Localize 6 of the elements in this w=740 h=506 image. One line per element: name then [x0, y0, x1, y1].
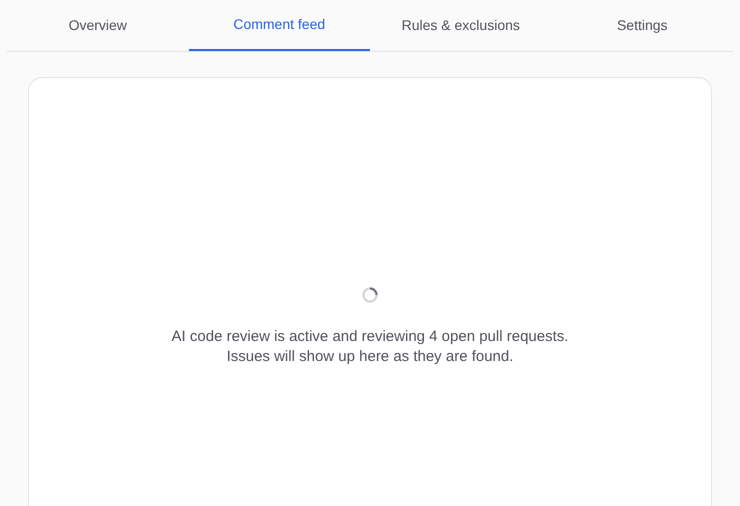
status-message: AI code review is active and reviewing 4 open pull requests. Issues will show up here as they are found.	[170, 327, 570, 367]
tab[interactable]: Overview	[7, 0, 188, 51]
tab[interactable]: Comment feed	[188, 0, 370, 51]
tab[interactable]: Settings	[552, 0, 733, 51]
loading-spinner-icon	[361, 286, 379, 304]
tab[interactable]: Rules & exclusions	[370, 0, 552, 51]
